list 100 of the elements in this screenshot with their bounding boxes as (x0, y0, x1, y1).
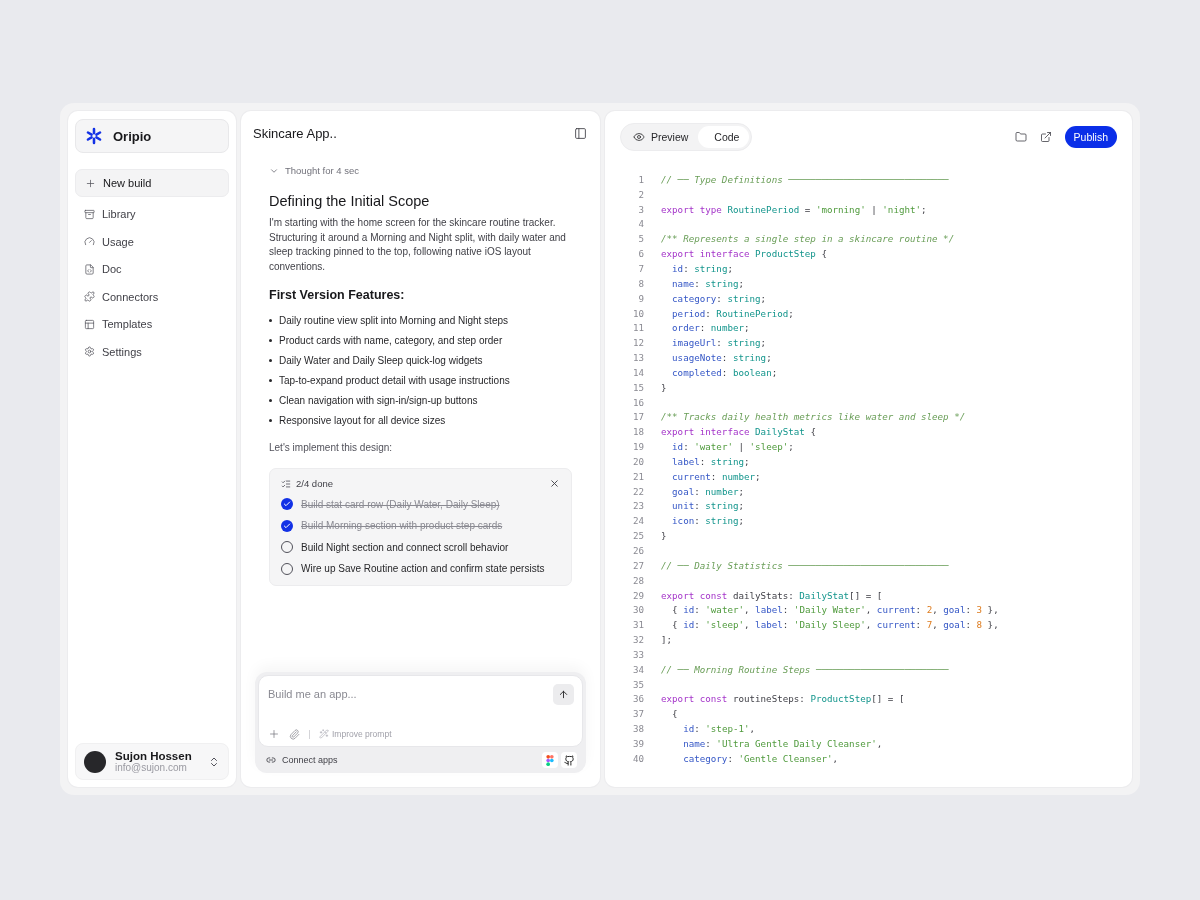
code-line: export interface ProductStep { (661, 248, 827, 260)
layout-icon (84, 318, 95, 330)
arrow-up-icon (558, 689, 569, 700)
task-checkbox[interactable] (281, 519, 293, 532)
code-line: usageNote: string; (671, 352, 772, 364)
line-number: 31 (631, 619, 644, 631)
line-number: 38 (631, 723, 644, 735)
line-number: 18 (631, 426, 644, 438)
code-line: order: number; (671, 322, 750, 334)
line-number: 37 (631, 708, 644, 720)
line-number: 30 (631, 604, 644, 616)
lead-text: Let's implement this design: (269, 442, 394, 454)
publish-button[interactable]: Publish (1064, 126, 1117, 148)
description-paragraph: I'm starting with the home screen for the skincare routine tracker. Structuring it around a Morning and Night split, with daily water and sleep tracking pinned to the top, following native iOS layout conventions. (269, 216, 567, 274)
paperclip-icon (289, 728, 300, 740)
task-checkbox[interactable] (281, 498, 293, 511)
code-line: goal: number; (671, 485, 745, 497)
code-line: category: 'Gentle Cleanser', (682, 752, 839, 764)
code-line: export interface DailyStat { (661, 426, 816, 438)
sidebar-item[interactable]: Settings (75, 339, 229, 364)
sidebar-item[interactable]: New build (75, 169, 229, 197)
check-icon (283, 521, 291, 530)
line-number: 21 (631, 470, 644, 482)
task-count: 2/4 done (296, 478, 334, 490)
line-number: 25 (631, 530, 644, 542)
line-number: 2 (637, 188, 644, 200)
code-line: name: 'Ultra Gentle Daily Cleanser', (682, 738, 883, 749)
line-number: 26 (631, 545, 644, 556)
external-link-icon (1039, 131, 1052, 143)
line-number: 11 (631, 322, 644, 334)
view-tab[interactable]: Code (698, 126, 750, 148)
view-tab[interactable]: Preview (623, 126, 699, 148)
code-line: imageUrl: string; (671, 337, 767, 349)
sidebar-item[interactable]: Doc (75, 257, 229, 282)
code-line: label: string; (671, 455, 750, 467)
bullet-dot (269, 399, 272, 403)
account-switcher[interactable]: Sujon Hossen info@sujon.com (75, 743, 229, 780)
code-line: id: 'water' | 'sleep'; (671, 441, 794, 453)
feature-text: Responsive layout for all device sizes (279, 414, 446, 428)
code-line: unit: string; (671, 500, 745, 512)
code-line: export const dailyStats: DailyStat[] = [ (661, 589, 883, 601)
line-number: 35 (631, 678, 644, 690)
code-line: completed: boolean; (671, 366, 778, 378)
send-button[interactable] (553, 684, 574, 705)
plus-icon (85, 177, 96, 189)
task-text: Build Night section and connect scroll behavior (301, 541, 509, 553)
sidebar-item[interactable]: Library (75, 202, 229, 227)
bullet-dot (269, 339, 272, 343)
line-number: 6 (637, 248, 644, 260)
line-number: 22 (631, 485, 644, 497)
document-icon (84, 263, 95, 275)
eye-icon (633, 131, 645, 143)
line-number: 40 (631, 752, 644, 764)
magic-wand-icon (319, 729, 329, 739)
sidebar-item[interactable]: Connectors (75, 284, 229, 309)
code-line: export type RoutinePeriod = 'morning' | 'night'; (661, 203, 927, 215)
bullet-dot (269, 419, 272, 423)
code-line: // ── Daily Statistics ───────────────────────────── (661, 559, 949, 571)
sidebar-toggle-button[interactable] (574, 126, 587, 140)
plus-icon (268, 728, 280, 740)
bullet-dot (269, 359, 272, 363)
connect-apps-button[interactable]: Connect apps (266, 755, 338, 765)
features-heading: First Version Features: (269, 288, 406, 303)
chevron-up-down-icon (208, 755, 220, 768)
code-line: /** Represents a single step in a skincare routine */ (661, 233, 955, 245)
close-button[interactable] (549, 478, 560, 490)
code-line: { id: 'water', label: 'Daily Water', current: 2, goal: 3 }, (671, 604, 999, 616)
brand-button[interactable]: Oripio (75, 119, 229, 153)
task-text: Wire up Save Routine action and confirm state persists (301, 563, 545, 575)
sidebar-item[interactable]: Templates (75, 312, 229, 337)
folder-button[interactable] (1014, 131, 1027, 143)
line-number: 20 (631, 455, 644, 467)
code-line: name: string; (671, 277, 745, 289)
puzzle-icon (84, 291, 95, 303)
design-app-button[interactable] (542, 752, 558, 768)
task-text: Build Morning section with product step cards (301, 520, 503, 532)
line-number: 24 (631, 515, 644, 527)
line-number: 27 (631, 559, 644, 571)
thought-toggle[interactable]: Thought for 4 sec (269, 165, 359, 176)
design-tool-icon (546, 754, 554, 766)
code-line: id: 'step-1', (682, 723, 756, 735)
line-number: 16 (631, 396, 644, 408)
sidebar-item[interactable]: Usage (75, 229, 229, 254)
line-number: 12 (631, 337, 644, 349)
code-line: // ── Morning Routine Steps ──────────────────────── (661, 663, 949, 675)
external-link-button[interactable] (1039, 131, 1052, 143)
close-icon (549, 478, 560, 490)
code-line: /** Tracks daily health metrics like water and sleep */ (661, 411, 966, 423)
line-number: 9 (637, 292, 644, 304)
code-line: icon: string; (671, 515, 745, 527)
check-icon (283, 500, 291, 509)
line-number: 36 (631, 693, 644, 705)
feature-text: Clean navigation with sign-in/sign-up buttons (279, 394, 478, 408)
line-number: 3 (637, 203, 644, 215)
line-number: 17 (631, 411, 644, 423)
github-button[interactable] (561, 752, 577, 768)
code-line: { (671, 708, 678, 720)
line-number: 28 (631, 574, 644, 586)
link-icon (266, 755, 276, 765)
settings-icon (84, 346, 95, 358)
